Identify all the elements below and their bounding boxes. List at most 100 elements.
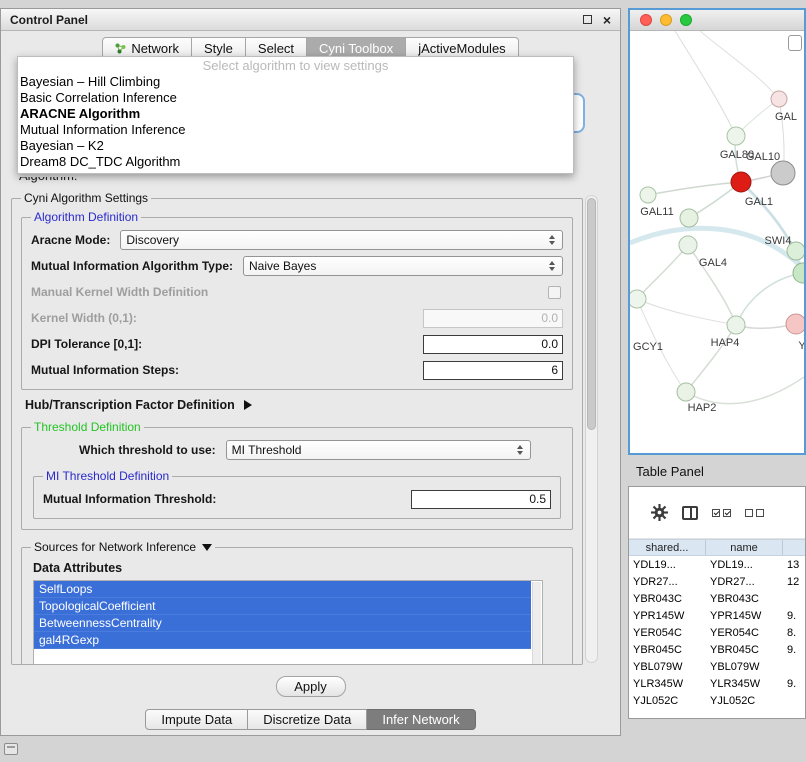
network-edge[interactable] bbox=[686, 377, 804, 404]
algorithm-option[interactable]: Bayesian – K2 bbox=[18, 138, 573, 154]
mi-algorithm-row: Mutual Information Algorithm Type: Naive… bbox=[31, 253, 563, 279]
algorithm-option[interactable]: Dream8 DC_TDC Algorithm bbox=[18, 154, 573, 170]
table-row[interactable]: YDL19...YDL19...13 bbox=[629, 556, 805, 573]
dpi-tolerance-input[interactable] bbox=[423, 335, 563, 354]
which-threshold-select[interactable]: MI Threshold bbox=[226, 440, 531, 460]
network-node[interactable] bbox=[680, 209, 698, 227]
table-cell: YPR145W bbox=[629, 610, 706, 622]
network-edge[interactable] bbox=[675, 31, 736, 136]
kernel-width-input[interactable] bbox=[423, 309, 563, 328]
network-node[interactable] bbox=[630, 290, 646, 308]
tab-discretize-data[interactable]: Discretize Data bbox=[248, 709, 367, 730]
scrollbar-thumb[interactable] bbox=[587, 198, 596, 430]
occluded-label-fragment: Algorithm: bbox=[19, 177, 99, 185]
algorithm-options-list: Bayesian – Hill ClimbingBasic Correlatio… bbox=[18, 74, 573, 170]
network-node[interactable] bbox=[679, 236, 697, 254]
which-threshold-row: Which threshold to use: MI Threshold bbox=[31, 437, 563, 463]
table-row[interactable]: YDR27...YDR27...12 bbox=[629, 573, 805, 590]
aracne-mode-select[interactable]: Discovery bbox=[120, 230, 563, 250]
float-window-icon[interactable] bbox=[583, 15, 592, 24]
settings-scrollbar[interactable] bbox=[585, 195, 598, 663]
overview-toggle-button[interactable] bbox=[788, 35, 802, 51]
attribute-list-item[interactable]: BetweennessCentrality bbox=[34, 615, 531, 632]
network-edge[interactable] bbox=[686, 325, 736, 392]
mi-algorithm-label: Mutual Information Algorithm Type: bbox=[31, 259, 233, 273]
network-node[interactable] bbox=[771, 91, 787, 107]
mi-threshold-label: Mutual Information Threshold: bbox=[43, 492, 216, 506]
table-cell: 12 bbox=[783, 576, 805, 588]
network-node[interactable] bbox=[793, 263, 804, 283]
zoom-traffic-light-icon[interactable] bbox=[680, 14, 692, 26]
manual-kernel-checkbox[interactable] bbox=[548, 286, 561, 299]
dock-panel-icon[interactable] bbox=[4, 743, 18, 755]
network-node[interactable] bbox=[731, 172, 751, 192]
manual-kernel-row: Manual Kernel Width Definition bbox=[31, 279, 563, 305]
table-row[interactable]: YLR345WYLR345W9. bbox=[629, 675, 805, 692]
attribute-list-item[interactable]: TopologicalCoefficient bbox=[34, 598, 531, 615]
dpi-tolerance-row: DPI Tolerance [0,1]: bbox=[31, 331, 563, 357]
columns-icon[interactable] bbox=[682, 506, 698, 520]
settings-group-title: Cyni Algorithm Settings bbox=[21, 191, 151, 205]
table-row[interactable]: YER054CYER054C8. bbox=[629, 624, 805, 641]
mi-steps-label: Mutual Information Steps: bbox=[31, 363, 179, 377]
column-header[interactable] bbox=[783, 540, 805, 555]
table-row[interactable]: YBL079WYBL079W bbox=[629, 658, 805, 675]
collapse-arrow-icon bbox=[202, 544, 212, 551]
mi-threshold-input[interactable] bbox=[411, 490, 551, 509]
network-edge[interactable] bbox=[700, 31, 779, 99]
attribute-list-item[interactable]: gal4RGexp bbox=[34, 632, 531, 649]
algorithm-option[interactable]: Mutual Information Inference bbox=[18, 122, 573, 138]
which-threshold-label: Which threshold to use: bbox=[79, 443, 216, 457]
tab-infer-network[interactable]: Infer Network bbox=[367, 709, 475, 730]
algorithm-definition-title: Algorithm Definition bbox=[31, 210, 141, 224]
close-traffic-light-icon[interactable] bbox=[640, 14, 652, 26]
network-node[interactable] bbox=[640, 187, 656, 203]
network-node[interactable] bbox=[677, 383, 695, 401]
table-cell: YDR27... bbox=[629, 576, 706, 588]
table-cell: 9. bbox=[783, 610, 805, 622]
table-row[interactable]: YPR145WYPR145W9. bbox=[629, 607, 805, 624]
dpi-tolerance-label: DPI Tolerance [0,1]: bbox=[31, 337, 142, 351]
attribute-list-item[interactable]: SelfLoops bbox=[34, 581, 531, 598]
network-canvas[interactable]: GALGAL80GAL10GAL11GAL1SWI4GAL4GCY1HAP4HA… bbox=[630, 31, 804, 454]
table-toolbar bbox=[629, 487, 805, 539]
network-icon bbox=[115, 43, 126, 54]
sources-group-title[interactable]: Sources for Network Inference bbox=[31, 540, 215, 554]
minimize-traffic-light-icon[interactable] bbox=[660, 14, 672, 26]
network-edge[interactable] bbox=[637, 245, 688, 299]
table-cell: 9. bbox=[783, 644, 805, 656]
table-cell: 13 bbox=[783, 559, 805, 571]
gear-icon[interactable] bbox=[651, 504, 668, 521]
network-node[interactable] bbox=[786, 314, 804, 334]
deselect-all-icon[interactable] bbox=[745, 509, 764, 517]
tab-label: Network bbox=[131, 41, 179, 56]
algorithm-option[interactable]: Basic Correlation Inference bbox=[18, 90, 573, 106]
table-row[interactable]: YBR043CYBR043C bbox=[629, 590, 805, 607]
expand-arrow-icon bbox=[244, 400, 252, 410]
network-node[interactable] bbox=[727, 127, 745, 145]
algorithm-option[interactable]: ARACNE Algorithm bbox=[18, 106, 573, 122]
column-header[interactable]: shared... bbox=[629, 540, 706, 555]
network-node[interactable] bbox=[771, 161, 795, 185]
network-edge[interactable] bbox=[637, 299, 736, 325]
close-window-icon[interactable]: × bbox=[603, 15, 611, 25]
table-row[interactable]: YJL052CYJL052C bbox=[629, 692, 805, 709]
algorithm-option[interactable]: Bayesian – Hill Climbing bbox=[18, 74, 573, 90]
hub-definition-toggle[interactable]: Hub/Transcription Factor Definition bbox=[25, 398, 573, 412]
select-all-icon[interactable] bbox=[712, 509, 731, 517]
mi-algorithm-select[interactable]: Naive Bayes bbox=[243, 256, 563, 276]
control-panel-titlebar[interactable]: Control Panel × bbox=[1, 9, 620, 31]
window-buttons: × bbox=[583, 15, 611, 25]
list-scrollbar[interactable] bbox=[532, 582, 541, 665]
network-node[interactable] bbox=[727, 316, 745, 334]
tab-impute-data[interactable]: Impute Data bbox=[145, 709, 248, 730]
tab-label: Select bbox=[258, 41, 294, 56]
data-attributes-list[interactable]: SelfLoopsTopologicalCoefficientBetweenne… bbox=[33, 580, 543, 665]
network-window-titlebar[interactable] bbox=[630, 10, 804, 31]
mi-threshold-row: Mutual Information Threshold: bbox=[43, 486, 551, 512]
mi-steps-input[interactable] bbox=[423, 361, 563, 380]
table-row[interactable]: YBR045CYBR045C9. bbox=[629, 641, 805, 658]
network-node-label: HAP4 bbox=[711, 337, 740, 349]
column-header[interactable]: name bbox=[706, 540, 783, 555]
apply-button[interactable]: Apply bbox=[276, 676, 346, 697]
